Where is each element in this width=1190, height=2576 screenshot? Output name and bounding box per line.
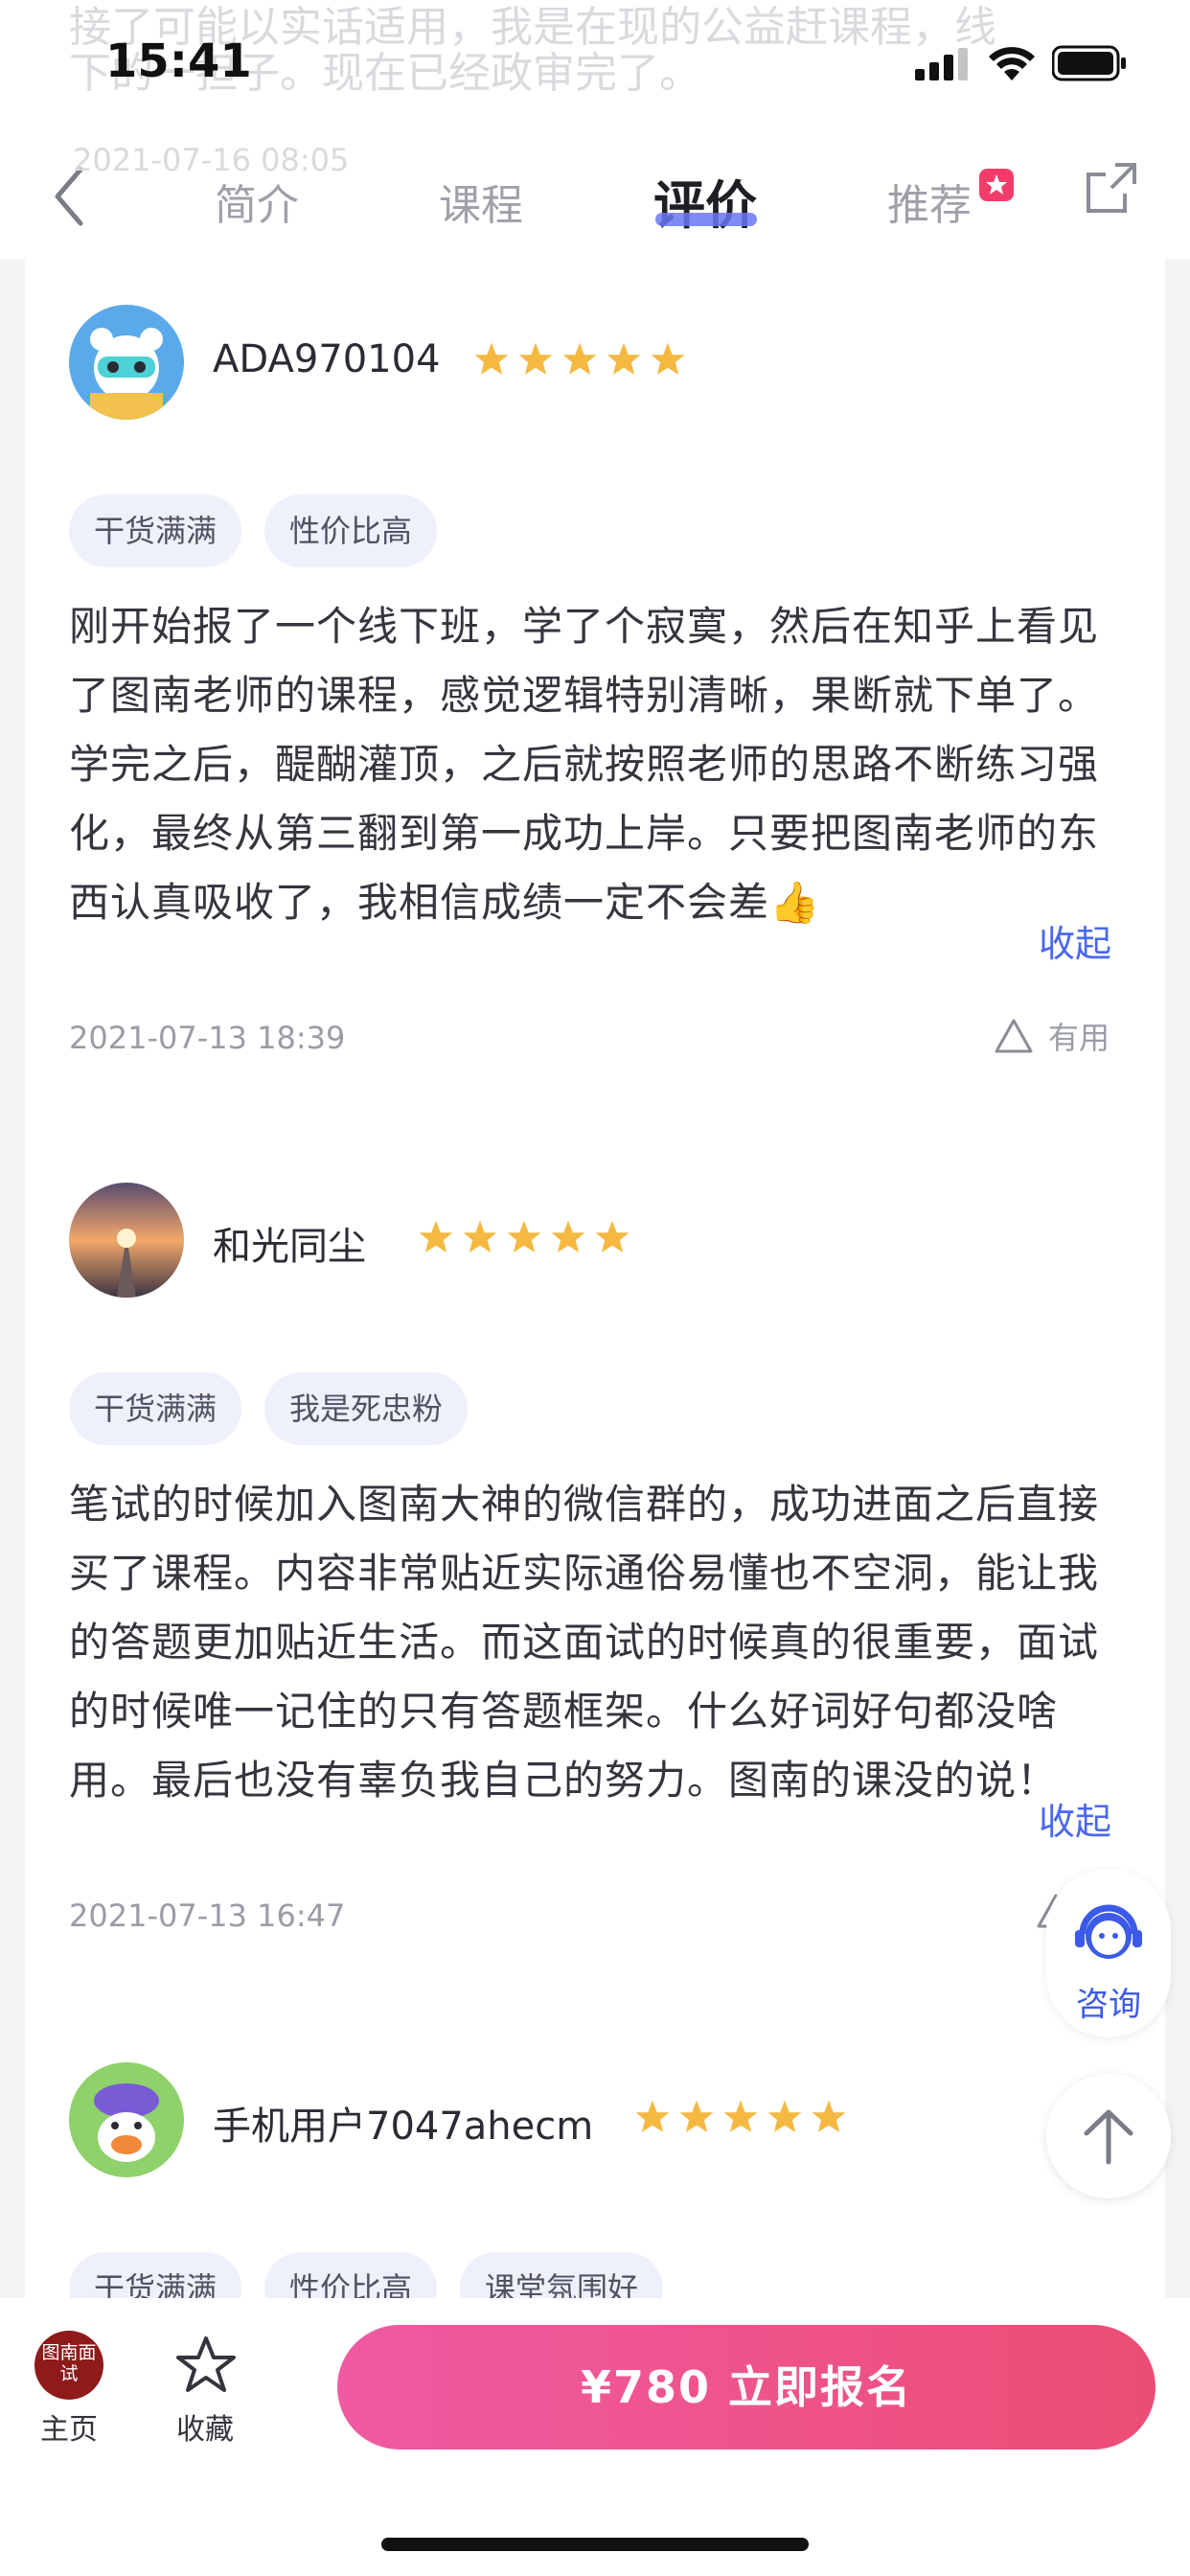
review-content: 刚开始报了一个线下班，学了个寂寞，然后在知乎上看见了图南老师的课程，感觉逻辑特别… <box>69 603 1100 926</box>
home-indicator <box>381 2538 809 2551</box>
user-avatar[interactable] <box>69 2062 184 2177</box>
bottom-action-bar: 图南面试 主页 收藏 ¥780 立即报名 <box>0 2298 1190 2576</box>
review-content: 笔试的时候加入图南大神的微信群的，成功进面之后直接买了课程。内容非常贴近实际通俗… <box>69 1481 1100 1804</box>
tab-intro[interactable]: 简介 <box>215 171 299 232</box>
star-icon <box>562 342 597 375</box>
review-tag: 干货满满 <box>69 494 242 567</box>
wifi-icon <box>989 47 1035 80</box>
review-date: 2021-07-13 16:47 <box>69 1898 346 1934</box>
review-tag: 干货满满 <box>69 1372 242 1445</box>
review-date: 2021-07-13 18:39 <box>69 1020 346 1056</box>
star-icon <box>507 1220 541 1253</box>
tag-list: 干货满满 性价比高 <box>69 494 438 567</box>
share-icon[interactable] <box>1083 159 1140 217</box>
new-badge-icon <box>979 169 1014 201</box>
enroll-button[interactable]: ¥780 立即报名 <box>337 2325 1156 2450</box>
username: ADA970104 <box>213 337 441 381</box>
star-icon <box>595 1220 629 1253</box>
useful-button[interactable]: 有用 <box>993 1014 1110 1058</box>
collapse-link[interactable]: 收起 <box>1039 1792 1111 1845</box>
star-icon <box>635 2100 670 2132</box>
tab-recommend[interactable]: 推荐 <box>887 171 972 232</box>
signal-icon <box>915 48 968 80</box>
back-to-top-button[interactable] <box>1046 2074 1171 2198</box>
arrow-up-icon <box>1084 2109 1133 2165</box>
reviews-card: ADA970104 干货满满 性价比高 刚开始报了一个线下班，学了个寂寞，然后在… <box>25 259 1165 2325</box>
favorite-label[interactable]: 收藏 <box>176 2405 234 2448</box>
user-avatar[interactable] <box>69 1183 184 1298</box>
star-icon <box>812 2100 846 2132</box>
active-tab-indicator <box>655 213 757 226</box>
favorite-star-icon[interactable] <box>174 2334 238 2396</box>
battery-icon <box>1052 45 1126 81</box>
star-icon <box>679 2100 714 2132</box>
star-icon <box>463 1220 497 1253</box>
thumb-triangle-icon <box>995 1019 1033 1053</box>
home-label[interactable]: 主页 <box>40 2405 98 2448</box>
star-icon <box>419 1220 453 1253</box>
brand-logo[interactable]: 图南面试 <box>34 2331 103 2400</box>
faded-date: 2021-07-16 08:05 <box>73 142 350 178</box>
useful-label: 有用 <box>1047 1020 1110 1056</box>
tag-list: 干货满满 我是死忠粉 <box>69 1372 469 1445</box>
star-rating <box>634 2099 847 2135</box>
consult-label: 咨询 <box>1076 1986 1141 2024</box>
star-icon <box>651 342 685 375</box>
collapse-link[interactable]: 收起 <box>1039 914 1111 967</box>
star-rating <box>418 1219 630 1255</box>
star-icon <box>606 342 641 375</box>
star-rating <box>473 341 686 378</box>
status-time: 15:41 <box>105 34 252 88</box>
star-icon <box>767 2100 802 2132</box>
user-avatar[interactable] <box>69 305 184 420</box>
star-icon <box>518 342 553 375</box>
tab-reviews[interactable]: 评价 <box>653 163 757 239</box>
star-icon <box>551 1220 585 1253</box>
tab-courses[interactable]: 课程 <box>439 171 523 232</box>
customer-service-icon <box>1075 1904 1142 1959</box>
review-tag: 性价比高 <box>264 494 438 567</box>
consult-button[interactable]: 咨询 <box>1046 1869 1171 2037</box>
review-tag: 我是死忠粉 <box>264 1372 469 1445</box>
star-icon <box>723 2100 758 2132</box>
status-bar: 接了可能以实话适用，我是在现的公益赶课程，线 下的一担子。现在已经政审完了。 1… <box>0 0 1190 134</box>
username: 手机用户7047ahecm <box>213 2104 594 2149</box>
username: 和光同尘 <box>213 1225 366 1269</box>
star-icon <box>474 342 509 375</box>
